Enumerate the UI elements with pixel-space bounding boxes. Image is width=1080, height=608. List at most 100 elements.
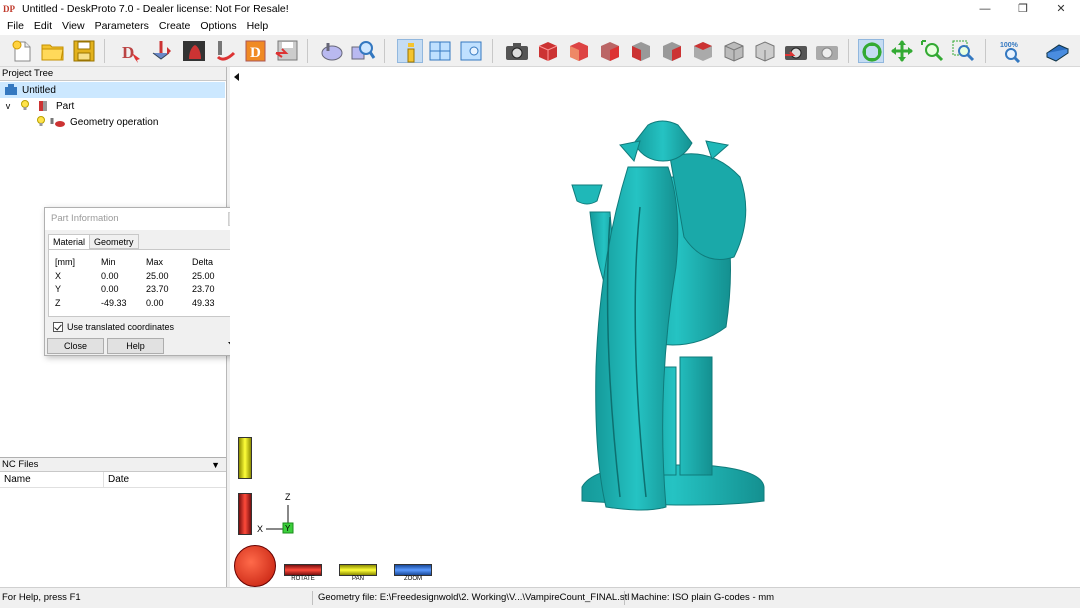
- nc-col-date[interactable]: Date: [104, 472, 224, 487]
- view-cube-front-icon[interactable]: [566, 39, 592, 63]
- svg-text:D: D: [250, 45, 261, 61]
- import-part-icon[interactable]: D: [118, 39, 144, 63]
- view-cube-back-icon[interactable]: [597, 39, 623, 63]
- view-cube-bottom-icon[interactable]: [721, 39, 747, 63]
- menu-file[interactable]: File: [2, 18, 29, 35]
- lightbulb-icon[interactable]: [36, 116, 46, 128]
- axis-x-label: X: [257, 524, 263, 534]
- part-icon: [39, 101, 47, 111]
- zoom-window-icon[interactable]: [951, 39, 977, 63]
- rotate-dial-icon[interactable]: [234, 545, 276, 587]
- tree-item-root-label: Untitled: [22, 84, 56, 96]
- part-info-icon[interactable]: [397, 39, 423, 63]
- title-bar: DP Untitled - DeskProto 7.0 - Dealer lic…: [0, 0, 1080, 18]
- menu-help[interactable]: Help: [242, 18, 274, 35]
- close-button[interactable]: Close: [47, 338, 104, 354]
- operation-icon[interactable]: [212, 39, 238, 63]
- zoom-tool-icon[interactable]: [920, 39, 946, 63]
- screen-view-icon[interactable]: [458, 39, 484, 63]
- 3d-model: [571, 120, 765, 511]
- status-machine: Machine: ISO plain G-codes - mm: [631, 592, 775, 603]
- view-cube-top-icon[interactable]: [690, 39, 716, 63]
- svg-text:100%: 100%: [1000, 42, 1019, 49]
- status-separator: [312, 591, 313, 605]
- camera-disabled-icon[interactable]: [814, 39, 840, 63]
- zoom-100-icon[interactable]: 100%: [998, 39, 1024, 64]
- minimize-button[interactable]: —: [966, 0, 1004, 18]
- table-row: X 0.00 25.00 25.00: [55, 270, 237, 284]
- table-cell: Z: [55, 297, 61, 308]
- help-book-icon[interactable]: [1044, 39, 1070, 63]
- view-cube-plain-icon[interactable]: [752, 39, 778, 63]
- table-header-cell: Max: [146, 257, 164, 267]
- zoom-label: ZOOM: [404, 576, 422, 582]
- toolbar-separator: [104, 39, 105, 63]
- pan-vertical-thumbwheel[interactable]: [238, 437, 252, 479]
- table-row: Z -49.33 0.00 49.33: [55, 297, 237, 311]
- rotate-thumbwheel[interactable]: [284, 564, 322, 576]
- status-bar: For Help, press F1 Geometry file: E:\Fre…: [0, 587, 1080, 607]
- nc-files-columns: Name Date: [0, 472, 226, 488]
- open-folder-icon[interactable]: [40, 39, 66, 63]
- tab-material[interactable]: Material: [48, 234, 91, 250]
- toolbar-separator: [384, 39, 385, 63]
- menu-create[interactable]: Create: [154, 18, 196, 35]
- view-cube-iso-icon[interactable]: [535, 39, 561, 63]
- rotate-label: ROTATE: [291, 576, 315, 582]
- lightbulb-icon[interactable]: [20, 100, 30, 112]
- table-row: Y 0.00 23.70 23.70: [55, 283, 237, 297]
- window-title: Untitled - DeskProto 7.0 - Dealer licens…: [22, 3, 289, 15]
- table-cell: 25.00: [146, 270, 169, 281]
- tree-item-operation[interactable]: Geometry operation: [0, 114, 158, 130]
- relief-icon[interactable]: [181, 39, 207, 63]
- table-cell: 0.00: [146, 297, 164, 308]
- table-header-cell: [mm]: [55, 257, 75, 267]
- menu-parameters[interactable]: Parameters: [90, 18, 154, 35]
- checkbox-checked-icon[interactable]: [53, 322, 63, 332]
- dialog-title-bar[interactable]: Part Information: [45, 208, 244, 230]
- expand-toggle[interactable]: v: [2, 101, 14, 111]
- toolbar: D D 100%: [0, 35, 1080, 67]
- layout-view-icon[interactable]: [427, 39, 453, 63]
- nc-files-header[interactable]: NC Files ▼: [0, 458, 226, 472]
- toolbar-separator: [307, 39, 308, 63]
- table-cell: X: [55, 270, 62, 281]
- menu-view[interactable]: View: [57, 18, 90, 35]
- rotate-tool-icon[interactable]: [858, 39, 884, 63]
- tree-item-part[interactable]: v Part: [0, 98, 74, 114]
- close-window-button[interactable]: ✕: [1042, 0, 1080, 18]
- tab-geometry[interactable]: Geometry: [89, 234, 139, 249]
- view-cube-right-icon[interactable]: [659, 39, 685, 63]
- dialog-body: [mm] Min Max Delta X 0.00 25.00 25.00 Y …: [48, 249, 242, 317]
- zoom-thumbwheel[interactable]: [394, 564, 432, 576]
- table-cell: 0.00: [101, 284, 119, 294]
- save-nc-icon[interactable]: [274, 39, 300, 63]
- pan-thumbwheel[interactable]: [339, 564, 377, 576]
- create-nc-icon[interactable]: D: [243, 39, 269, 63]
- new-project-icon[interactable]: [9, 39, 35, 63]
- pan-label: PAN: [352, 576, 364, 582]
- pan-tool-icon[interactable]: [889, 39, 915, 63]
- part-parameters-icon[interactable]: [149, 39, 175, 63]
- tree-item-root[interactable]: Untitled: [0, 82, 225, 98]
- preview-zoom-icon[interactable]: [350, 39, 376, 63]
- camera-restore-icon[interactable]: [783, 39, 809, 63]
- rotate-vertical-thumbwheel[interactable]: [238, 493, 252, 535]
- nc-files-dropdown-icon[interactable]: ▼: [211, 458, 220, 472]
- camera-icon[interactable]: [504, 39, 530, 63]
- menu-edit[interactable]: Edit: [29, 18, 57, 35]
- translated-coords-checkbox[interactable]: Use translated coordinates: [53, 322, 174, 332]
- menu-options[interactable]: Options: [195, 18, 241, 35]
- table-header-row: [mm] Min Max Delta: [55, 256, 237, 270]
- nc-col-name[interactable]: Name: [0, 472, 104, 487]
- simulation-icon[interactable]: [319, 39, 345, 63]
- restore-button[interactable]: ❐: [1004, 0, 1042, 18]
- save-icon[interactable]: [71, 39, 97, 63]
- project-icon: [5, 84, 17, 95]
- 3d-viewport[interactable]: Z X Y ROTATE PAN ZOOM: [230, 67, 1080, 587]
- help-button[interactable]: Help: [107, 338, 164, 354]
- tree-item-part-label: Part: [56, 100, 75, 112]
- view-cube-left-icon[interactable]: [628, 39, 654, 63]
- dimensions-table: [mm] Min Max Delta X 0.00 25.00 25.00 Y …: [55, 256, 237, 310]
- status-geometry-file: Geometry file: E:\Freedesignwold\2. Work…: [318, 592, 630, 603]
